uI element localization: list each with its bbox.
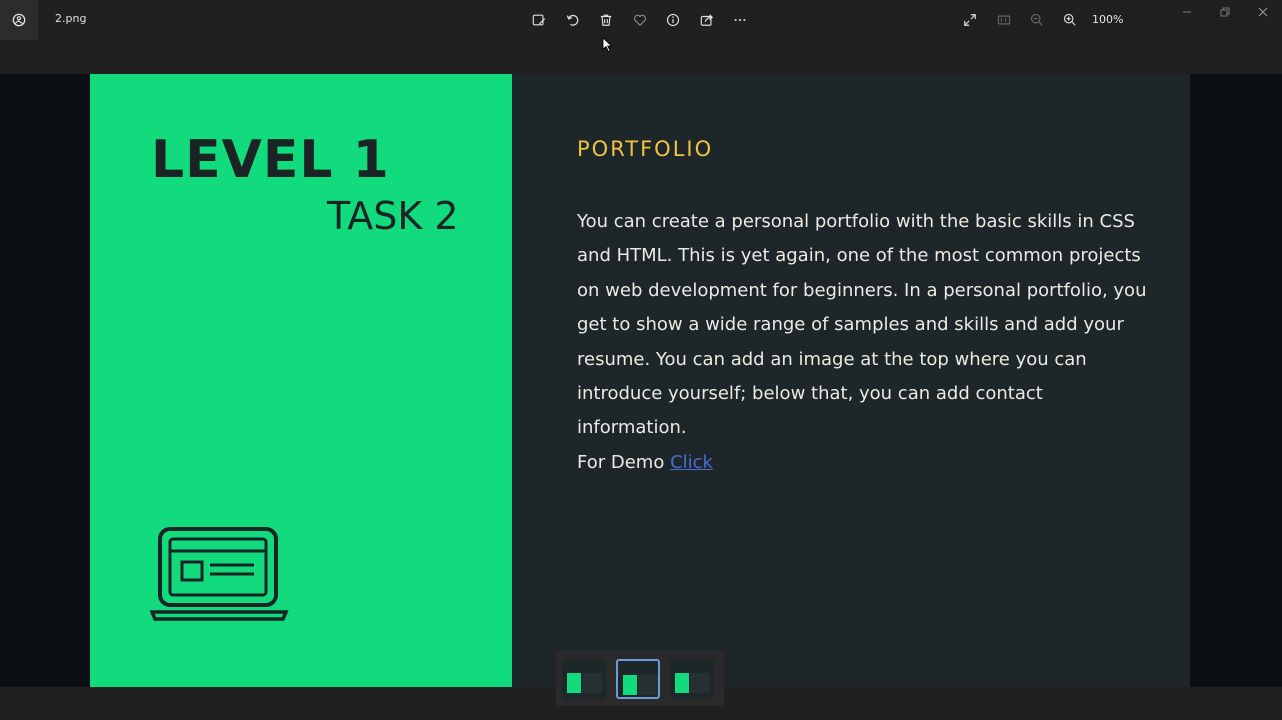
restore-icon xyxy=(1220,7,1230,17)
demo-label: For Demo xyxy=(577,452,671,473)
zoom-in-icon xyxy=(1063,13,1076,26)
restore-button[interactable] xyxy=(1215,4,1235,20)
toolbar-background xyxy=(0,40,1282,74)
laptop-icon xyxy=(150,527,289,621)
favorite-button[interactable] xyxy=(630,10,650,30)
edit-image-button[interactable] xyxy=(529,10,549,30)
zoom-in-button[interactable] xyxy=(1060,10,1080,30)
rotate-button[interactable] xyxy=(563,10,583,30)
photos-icon xyxy=(12,13,26,27)
share-icon xyxy=(700,14,714,26)
zoom-out-button[interactable] xyxy=(1027,10,1047,30)
thumbnail-3[interactable] xyxy=(670,659,714,699)
portfolio-description: You can create a personal portfolio with… xyxy=(577,211,1147,439)
more-button[interactable] xyxy=(730,10,750,30)
info-button[interactable] xyxy=(663,10,683,30)
filmstrip xyxy=(556,650,724,706)
slide-right-panel: PORTFOLIO You can create a personal port… xyxy=(512,74,1190,687)
close-icon xyxy=(1258,7,1268,17)
demo-link[interactable]: Click xyxy=(670,452,713,473)
minimize-icon xyxy=(1183,11,1191,13)
task-title: TASK 2 xyxy=(327,194,459,238)
slide-left-panel: LEVEL 1 TASK 2 xyxy=(90,74,512,687)
rotate-icon xyxy=(566,14,579,26)
slide-image: LEVEL 1 TASK 2 PORTFOLIO You can create … xyxy=(90,74,1190,687)
level-title: LEVEL 1 xyxy=(151,130,390,190)
delete-button[interactable] xyxy=(596,10,616,30)
demo-line: For Demo Click xyxy=(577,448,713,478)
favorite-icon xyxy=(633,14,647,27)
title-bar: 2.png 100% xyxy=(0,0,1282,40)
more-icon xyxy=(734,18,746,22)
thumbnail-2[interactable] xyxy=(616,659,660,699)
close-button[interactable] xyxy=(1253,4,1273,20)
info-icon xyxy=(666,13,680,27)
file-name: 2.png xyxy=(55,12,87,25)
fullscreen-button[interactable] xyxy=(960,10,980,30)
fullscreen-icon xyxy=(964,14,976,26)
image-viewer[interactable]: LEVEL 1 TASK 2 PORTFOLIO You can create … xyxy=(0,74,1282,687)
zoom-level[interactable]: 100% xyxy=(1092,13,1123,26)
portfolio-heading: PORTFOLIO xyxy=(577,137,714,161)
photos-app-icon[interactable] xyxy=(0,0,38,40)
delete-icon xyxy=(600,14,612,26)
actual-size-button[interactable] xyxy=(994,10,1014,30)
share-button[interactable] xyxy=(697,10,717,30)
mouse-cursor-icon xyxy=(602,37,613,53)
zoom-out-icon xyxy=(1030,13,1043,26)
actual-size-icon xyxy=(997,15,1011,25)
edit-image-icon xyxy=(532,14,546,26)
thumbnail-1[interactable] xyxy=(562,659,606,699)
minimize-button[interactable] xyxy=(1177,4,1197,20)
